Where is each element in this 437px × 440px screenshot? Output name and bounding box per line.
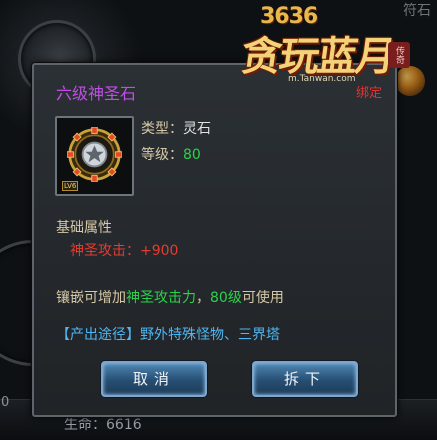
note-middle: ，: [196, 290, 210, 306]
source-info: 【产出途径】野外特殊怪物、三界塔: [56, 327, 280, 343]
watermark-url: m.Tanwan.com: [288, 74, 356, 84]
cancel-button[interactable]: 取消: [101, 361, 207, 397]
item-icon-slot: LV6: [55, 116, 134, 196]
level-row: 等级：80: [141, 144, 201, 164]
remove-button[interactable]: 拆下: [252, 361, 358, 397]
level-value: 80: [183, 147, 201, 163]
level-label: 等级：: [141, 147, 183, 163]
attribute-value: +900: [140, 243, 179, 259]
note-prefix: 镶嵌可增加: [56, 290, 126, 306]
usage-note: 镶嵌可增加神圣攻击力，80级可使用: [56, 287, 284, 307]
attribute-row: 神圣攻击：+900: [70, 240, 178, 260]
type-value: 灵石: [183, 121, 211, 137]
life-readout: 生命：6616: [64, 414, 142, 434]
section-title: 基础属性: [56, 220, 112, 236]
type-label: 类型：: [141, 121, 183, 137]
watermark-logo: 3636 贪玩蓝月 m.Tanwan.com 传奇: [238, 4, 428, 94]
item-tooltip-panel: 六级神圣石 绑定 LV6 类型：灵石 等级：80 基础属性 神圣攻击：+900 …: [32, 63, 397, 417]
item-name: 六级神圣石: [56, 84, 137, 103]
icon-level-tag: LV6: [62, 181, 79, 191]
type-row: 类型：灵石: [141, 118, 211, 138]
note-highlight-level: 80级: [210, 290, 242, 306]
note-suffix: 可使用: [241, 290, 284, 306]
note-highlight-attack: 神圣攻击力: [126, 290, 196, 306]
life-value: 6616: [106, 417, 142, 433]
background-number: 0: [1, 395, 10, 410]
life-label: 生命：: [64, 417, 106, 433]
gem-icon: [67, 127, 122, 182]
attribute-label: 神圣攻击：: [70, 243, 140, 259]
watermark-stamp: 传奇: [388, 42, 410, 68]
